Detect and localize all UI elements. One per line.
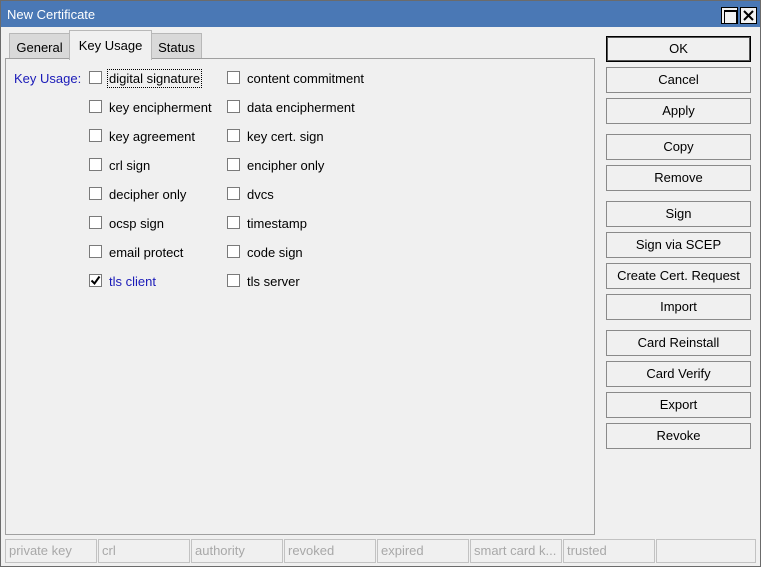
checkbox-label[interactable]: content commitment [247, 71, 364, 86]
key-usage-label: Key Usage: [14, 71, 82, 86]
ok-button[interactable]: OK [606, 36, 751, 62]
export-button[interactable]: Export [606, 392, 751, 418]
status-empty [656, 539, 756, 563]
apply-button[interactable]: Apply [606, 98, 751, 124]
status-revoked: revoked [284, 539, 376, 563]
checkbox-label[interactable]: decipher only [109, 187, 186, 202]
checkbox-digital-signature[interactable] [89, 71, 102, 84]
window-title: New Certificate [7, 7, 96, 22]
checkbox-label[interactable]: tls client [109, 274, 156, 289]
copy-button[interactable]: Copy [606, 134, 751, 160]
revoke-button[interactable]: Revoke [606, 423, 751, 449]
card-reinstall-button[interactable]: Card Reinstall [606, 330, 751, 356]
create-cert-request-button[interactable]: Create Cert. Request [606, 263, 751, 289]
checkbox-tls-server[interactable] [227, 274, 240, 287]
maximize-icon[interactable] [721, 7, 738, 24]
checkbox-label[interactable]: crl sign [109, 158, 150, 173]
status-authority: authority [191, 539, 283, 563]
checkbox-label[interactable]: dvcs [247, 187, 274, 202]
checkbox-label[interactable]: key agreement [109, 129, 195, 144]
checkbox-label[interactable]: data encipherment [247, 100, 355, 115]
checkbox-tls-client[interactable] [89, 274, 102, 287]
checkbox-key-encipherment[interactable] [89, 100, 102, 113]
checkbox-content-commitment[interactable] [227, 71, 240, 84]
remove-button[interactable]: Remove [606, 165, 751, 191]
tab-key-usage[interactable]: Key Usage [69, 30, 152, 60]
checkbox-label[interactable]: ocsp sign [109, 216, 164, 231]
checkbox-label[interactable]: email protect [109, 245, 183, 260]
checkbox-label[interactable]: key encipherment [109, 100, 212, 115]
sign-via-scep-button[interactable]: Sign via SCEP [606, 232, 751, 258]
tab-general[interactable]: General [9, 33, 70, 58]
sign-button[interactable]: Sign [606, 201, 751, 227]
checkbox-timestamp[interactable] [227, 216, 240, 229]
checkbox-label[interactable]: encipher only [247, 158, 324, 173]
checkbox-email-protect[interactable] [89, 245, 102, 258]
status-smart-card-key: smart card k... [470, 539, 562, 563]
status-expired: expired [377, 539, 469, 563]
checkbox-code-sign[interactable] [227, 245, 240, 258]
checkbox-label[interactable]: digital signature [106, 69, 203, 88]
close-icon[interactable] [740, 7, 757, 24]
checkbox-label[interactable]: key cert. sign [247, 129, 324, 144]
checkbox-decipher-only[interactable] [89, 187, 102, 200]
status-trusted: trusted [563, 539, 655, 563]
checkbox-label[interactable]: tls server [247, 274, 300, 289]
checkbox-label[interactable]: code sign [247, 245, 303, 260]
checkbox-key-agreement[interactable] [89, 129, 102, 142]
checkbox-encipher-only[interactable] [227, 158, 240, 171]
card-verify-button[interactable]: Card Verify [606, 361, 751, 387]
checkbox-crl-sign[interactable] [89, 158, 102, 171]
checkbox-key-cert-sign[interactable] [227, 129, 240, 142]
checkbox-data-encipherment[interactable] [227, 100, 240, 113]
status-private-key: private key [5, 539, 97, 563]
cancel-button[interactable]: Cancel [606, 67, 751, 93]
checkbox-dvcs[interactable] [227, 187, 240, 200]
import-button[interactable]: Import [606, 294, 751, 320]
status-crl: crl [98, 539, 190, 563]
title-bar[interactable]: New Certificate [1, 1, 760, 27]
tab-status[interactable]: Status [151, 33, 202, 58]
checkbox-label[interactable]: timestamp [247, 216, 307, 231]
checkmark-icon [90, 275, 101, 286]
new-certificate-window: New Certificate General Key Usage Status… [0, 0, 761, 567]
checkbox-ocsp-sign[interactable] [89, 216, 102, 229]
